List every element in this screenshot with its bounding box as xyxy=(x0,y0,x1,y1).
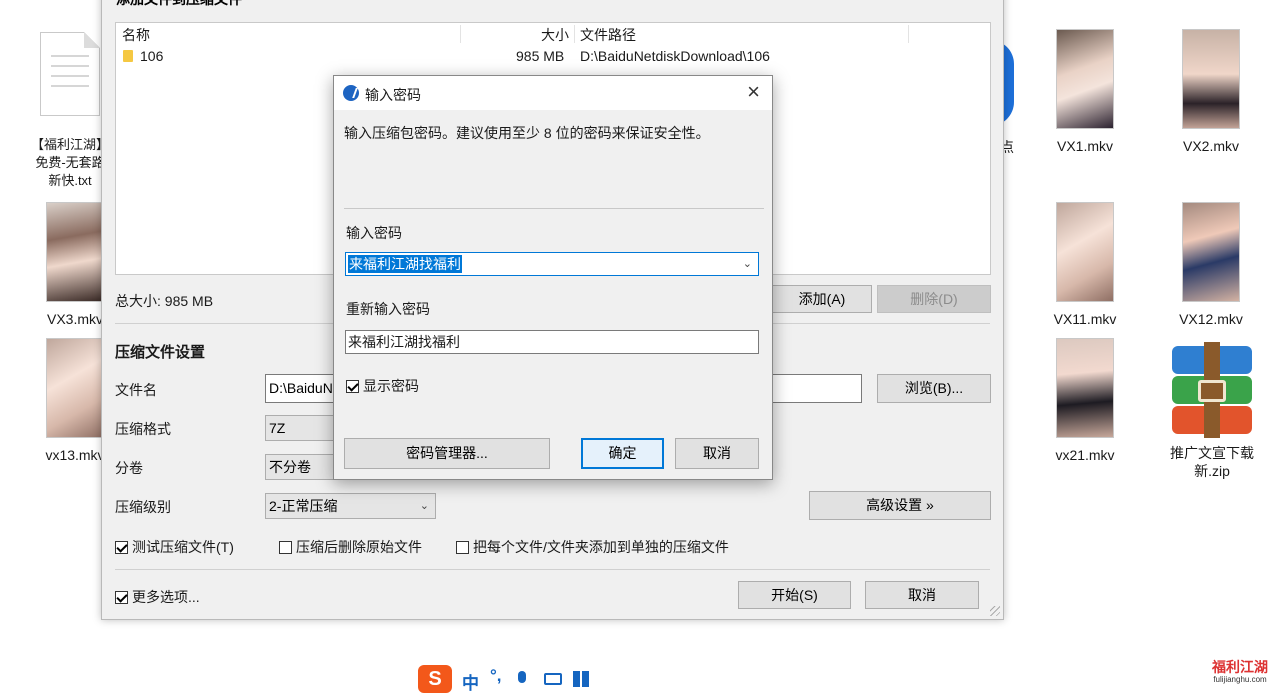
video-thumbnail xyxy=(1056,29,1114,129)
advanced-settings-button[interactable]: 高级设置 » xyxy=(809,491,991,520)
desktop-icon-vx12[interactable]: VX12.mkv xyxy=(1161,202,1261,328)
format-select[interactable]: 7Z xyxy=(265,415,337,441)
file-size: 985 MB xyxy=(516,48,565,64)
settings-title: 压缩文件设置 xyxy=(115,344,206,361)
checkbox-label: 压缩后删除原始文件 xyxy=(296,539,422,555)
dialog-cancel-button[interactable]: 取消 xyxy=(675,438,759,469)
show-password-checkbox[interactable]: 显示密码 xyxy=(346,376,419,396)
delete-button[interactable]: 删除(D) xyxy=(877,285,991,313)
checkbox-label: 测试压缩文件(T) xyxy=(132,539,234,555)
desktop-icon-vx1[interactable]: VX1.mkv xyxy=(1035,29,1135,155)
app-logo-icon xyxy=(343,85,359,101)
chevron-down-icon: ⌄ xyxy=(419,500,429,512)
video-thumbnail xyxy=(1182,202,1240,302)
checkbox-label: 把每个文件/文件夹添加到单独的压缩文件 xyxy=(473,539,729,555)
desktop-icon-label: VX2.mkv xyxy=(1182,138,1239,154)
split-select[interactable]: 不分卷 xyxy=(265,454,337,480)
video-thumbnail xyxy=(1056,338,1114,438)
column-name[interactable]: 名称 xyxy=(122,25,150,45)
reenter-password-input[interactable]: 来福利江湖找福利 xyxy=(345,330,759,354)
separate-archive-checkbox[interactable]: 把每个文件/文件夹添加到单独的压缩文件 xyxy=(456,537,729,557)
video-thumbnail xyxy=(46,202,104,302)
browse-button[interactable]: 浏览(B)... xyxy=(877,374,991,403)
delete-after-checkbox[interactable]: 压缩后删除原始文件 xyxy=(279,537,422,557)
chevron-down-icon[interactable]: ⌄ xyxy=(743,253,752,275)
watermark-title: 福利江湖 xyxy=(1212,659,1268,675)
watermark-url: fulijianghu.com xyxy=(1213,675,1267,684)
sogou-logo-icon[interactable]: S xyxy=(418,665,452,693)
winrar-archive-icon xyxy=(1164,342,1260,438)
file-row[interactable]: 106 985 MB D:\BaiduNetdiskDownload\106 xyxy=(116,47,990,67)
desktop-icon-vx2[interactable]: VX2.mkv xyxy=(1161,29,1261,155)
checkbox-checked[interactable] xyxy=(115,591,128,604)
watermark-logo: 福利江湖 fulijianghu.com xyxy=(1204,659,1276,685)
text-file-icon xyxy=(40,32,100,116)
password-input[interactable]: 来福利江湖找福利 ⌄ xyxy=(345,252,759,276)
close-icon[interactable]: × xyxy=(747,80,760,104)
format-label: 压缩格式 xyxy=(115,421,171,437)
dialog-description: 输入压缩包密码。建议使用至少 8 位的密码来保证安全性。 xyxy=(344,125,710,141)
video-thumbnail xyxy=(1056,202,1114,302)
level-value: 2-正常压缩 xyxy=(269,498,338,514)
total-size: 总大小: 985 MB xyxy=(115,293,214,309)
ok-button[interactable]: 确定 xyxy=(581,438,664,469)
split-value: 不分卷 xyxy=(269,459,311,475)
desktop-icon-label: vx21.mkv xyxy=(1055,447,1115,463)
checkbox-unchecked[interactable] xyxy=(456,541,469,554)
video-thumbnail xyxy=(1182,29,1240,129)
filename-label: 文件名 xyxy=(115,382,157,398)
column-path[interactable]: 文件路径 xyxy=(580,25,636,45)
checkbox-label: 显示密码 xyxy=(363,378,419,394)
checkbox-checked[interactable] xyxy=(115,541,128,554)
ime-toolbar: S 中 °, xyxy=(418,663,598,693)
microphone-icon[interactable] xyxy=(518,671,526,683)
checkbox-label: 更多选项... xyxy=(132,589,200,605)
ime-mode[interactable]: 中 xyxy=(462,669,479,694)
test-archive-checkbox[interactable]: 测试压缩文件(T) xyxy=(115,537,234,557)
password-dialog: 输入密码 × 输入压缩包密码。建议使用至少 8 位的密码来保证安全性。 输入密码… xyxy=(333,75,773,480)
dialog-titlebar: 输入密码 × xyxy=(334,76,772,110)
dialog-title: 输入密码 xyxy=(365,87,421,103)
video-thumbnail xyxy=(46,338,104,438)
password-value: 来福利江湖找福利 xyxy=(348,255,462,273)
window-title: 添加文件到压缩文件 xyxy=(116,0,242,9)
desktop-icon-label: 推广文宣下载新.zip xyxy=(1170,445,1254,479)
desktop-icon-label: VX12.mkv xyxy=(1179,311,1243,327)
checkbox-checked[interactable] xyxy=(346,380,359,393)
desktop-icon-vx21[interactable]: vx21.mkv xyxy=(1035,338,1135,464)
desktop-icon-zip[interactable]: 推广文宣下载新.zip xyxy=(1150,342,1274,480)
resize-grip-icon[interactable] xyxy=(990,606,1000,616)
file-list-header: 名称 大小 文件路径 xyxy=(116,23,990,45)
reenter-password-value: 来福利江湖找福利 xyxy=(348,334,460,350)
desktop-icon-label: VX11.mkv xyxy=(1053,311,1117,327)
reenter-password-label: 重新输入密码 xyxy=(346,301,430,317)
cancel-button[interactable]: 取消 xyxy=(865,581,979,609)
desktop-icon-vx11[interactable]: VX11.mkv xyxy=(1035,202,1135,328)
keyboard-icon[interactable] xyxy=(544,673,562,685)
format-value: 7Z xyxy=(269,420,286,436)
add-button[interactable]: 添加(A) xyxy=(772,285,872,313)
start-button[interactable]: 开始(S) xyxy=(738,581,851,609)
level-select[interactable]: 2-正常压缩 ⌄ xyxy=(265,493,436,519)
desktop-icon-label: VX1.mkv xyxy=(1056,138,1113,154)
password-label: 输入密码 xyxy=(346,225,402,241)
column-size[interactable]: 大小 xyxy=(541,25,569,45)
file-path: D:\BaiduNetdiskDownload\106 xyxy=(580,48,770,64)
password-manager-button[interactable]: 密码管理器... xyxy=(344,438,550,469)
split-label: 分卷 xyxy=(115,460,143,476)
checkbox-unchecked[interactable] xyxy=(279,541,292,554)
more-options-checkbox[interactable]: 更多选项... xyxy=(115,587,200,607)
toolbox-icon[interactable] xyxy=(573,671,589,687)
file-name: 106 xyxy=(140,48,164,64)
level-label: 压缩级别 xyxy=(115,499,171,515)
folder-icon xyxy=(123,50,133,62)
punctuation-icon[interactable]: °, xyxy=(490,666,502,686)
